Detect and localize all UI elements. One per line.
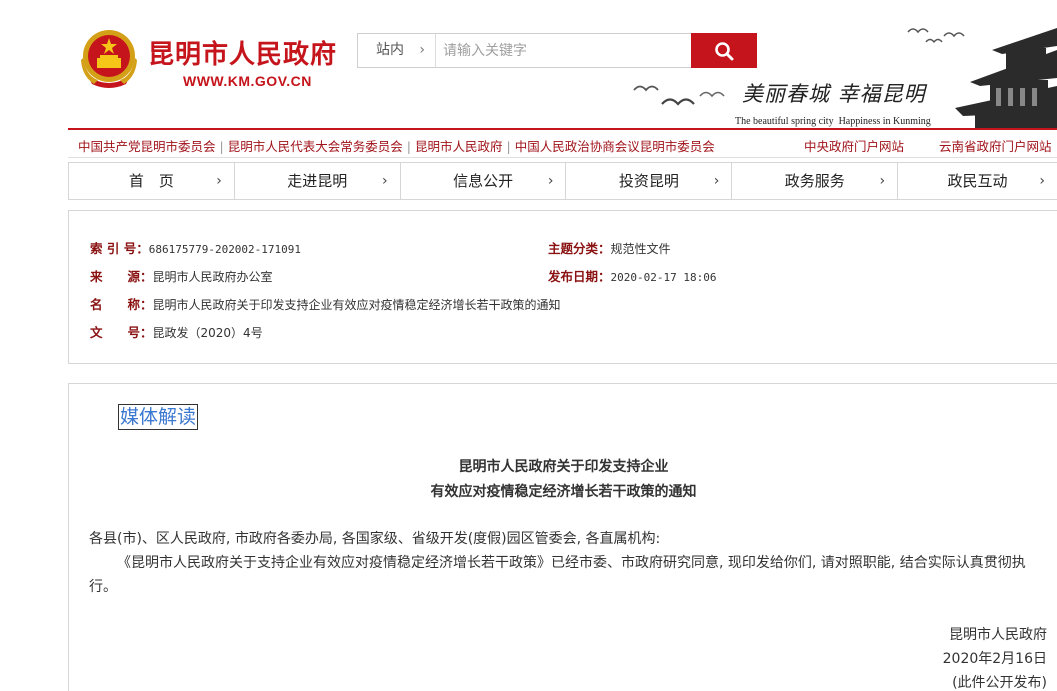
slogan-cn: 美丽春城 幸福昆明 xyxy=(742,82,926,106)
chevron-right-icon: › xyxy=(1039,173,1045,189)
link-party-committee[interactable]: 中国共产党昆明市委员会 xyxy=(78,139,216,154)
nav-item-government-services[interactable]: 政务服务 › xyxy=(732,163,899,199)
party-links: 中国共产党昆明市委员会 | 昆明市人民代表大会常务委员会 | 昆明市人民政府 | 中国人民政… xyxy=(78,136,715,155)
document-metadata: 索 引 号：686175779-202002-171091 主题分类：规范性文件… xyxy=(68,210,1057,364)
index-number-row: 索 引 号：686175779-202002-171091 xyxy=(90,238,301,257)
publish-date-row: 发布日期：2020-02-17 18:06 xyxy=(548,266,716,285)
article-content: 媒体解读 昆明市人民政府关于印发支持企业 有效应对疫情稳定经济增长若干政策的通知… xyxy=(68,383,1057,691)
name-label: 名 称： xyxy=(90,297,153,312)
signature-org: 昆明市人民政府 xyxy=(949,627,1047,643)
slogan-en: The beautiful spring city Happiness in K… xyxy=(735,116,931,127)
link-cppcc-committee[interactable]: 中国人民政治协商会议昆明市委员会 xyxy=(515,139,715,154)
source-value: 昆明市人民政府办公室 xyxy=(152,270,273,284)
doc-number-value: 昆政发（2020）4号 xyxy=(152,326,263,340)
search-scope-select[interactable]: 站内 › xyxy=(358,34,436,67)
name-value: 昆明市人民政府关于印发支持企业有效应对疫情稳定经济增长若干政策的通知 xyxy=(152,298,561,312)
media-interpretation-link[interactable]: 媒体解读 xyxy=(118,404,199,430)
article-title-line1: 昆明市人民政府关于印发支持企业 xyxy=(458,459,669,475)
nav-item-home[interactable]: 首 页 › xyxy=(69,163,235,199)
nav-item-label: 走进昆明 xyxy=(287,172,348,190)
link-city-government[interactable]: 昆明市人民政府 xyxy=(415,139,503,154)
chevron-right-icon: › xyxy=(547,173,554,189)
top-links-bar: 中国共产党昆明市委员会 | 昆明市人民代表大会常务委员会 | 昆明市人民政府 | 中国人民政… xyxy=(68,128,1057,158)
doc-number-label: 文 号： xyxy=(90,325,153,340)
name-row: 名 称：昆明市人民政府关于印发支持企业有效应对疫情稳定经济增长若干政策的通知 xyxy=(90,294,561,313)
search-scope-label: 站内 xyxy=(376,42,404,58)
source-label: 来 源： xyxy=(90,269,153,284)
nav-item-about-kunming[interactable]: 走进昆明 › xyxy=(235,163,401,199)
topic-label: 主题分类： xyxy=(548,241,611,256)
site-url[interactable]: WWW.KM.GOV.CN xyxy=(183,73,312,89)
article-body-line2: 行。 xyxy=(89,579,117,595)
source-row: 来 源：昆明市人民政府办公室 xyxy=(90,266,273,285)
chevron-right-icon: › xyxy=(382,173,388,189)
article-recipients: 各县(市)、区人民政府, 市政府各委办局, 各国家级、省级开发(度假)园区管委会… xyxy=(89,531,661,547)
separator: | xyxy=(506,139,511,154)
chevron-right-icon: › xyxy=(419,42,425,58)
nav-item-label: 首 页 xyxy=(128,172,174,190)
topic-row: 主题分类：规范性文件 xyxy=(548,238,671,257)
nav-item-info-disclosure[interactable]: 信息公开 › xyxy=(401,163,567,199)
separator: | xyxy=(219,139,224,154)
separator: | xyxy=(406,139,411,154)
slogan-banner xyxy=(633,28,1057,128)
site-title[interactable]: 昆明市人民政府 xyxy=(148,34,337,71)
publish-date-label: 发布日期： xyxy=(548,269,611,284)
article-title-line2: 有效应对疫情稳定经济增长若干政策的通知 xyxy=(430,484,697,500)
nav-item-interaction[interactable]: 政民互动 › xyxy=(898,163,1057,199)
chevron-right-icon: › xyxy=(216,173,222,189)
national-emblem-icon[interactable] xyxy=(80,28,138,90)
article-body-line1: 《昆明市人民政府关于支持企业有效应对疫情稳定经济增长若干政策》已经市委、市政府研… xyxy=(117,555,1026,571)
index-number-label: 索 引 号： xyxy=(90,241,149,256)
nav-item-label: 投资昆明 xyxy=(618,172,679,190)
site-header: 昆明市人民政府 WWW.KM.GOV.CN 站内 › 请输入关键字 美丽春城 幸… xyxy=(0,0,1057,128)
link-npc-committee[interactable]: 昆明市人民代表大会常务委员会 xyxy=(228,139,403,154)
nav-item-label: 信息公开 xyxy=(453,172,514,190)
signature-note: (此件公开发布) xyxy=(952,675,1047,691)
link-central-government[interactable]: 中央政府门户网站 xyxy=(804,136,904,155)
signature-date: 2020年2月16日 xyxy=(942,651,1047,667)
topic-value: 规范性文件 xyxy=(610,242,671,256)
chevron-right-icon: › xyxy=(879,173,886,189)
nav-item-label: 政务服务 xyxy=(784,172,845,190)
main-nav: 首 页 › 走进昆明 › 信息公开 › 投资昆明 › 政务服务 › 政民互动 › xyxy=(68,162,1057,200)
doc-number-row: 文 号：昆政发（2020）4号 xyxy=(90,322,263,341)
chevron-right-icon: › xyxy=(713,173,720,189)
publish-date-value: 2020-02-17 18:06 xyxy=(610,271,717,284)
nav-item-investment[interactable]: 投资昆明 › xyxy=(566,163,733,199)
nav-item-label: 政民互动 xyxy=(947,172,1008,190)
index-number-value: 686175779-202002-171091 xyxy=(148,243,302,256)
link-yunnan-government[interactable]: 云南省政府门户网站 xyxy=(939,136,1052,155)
